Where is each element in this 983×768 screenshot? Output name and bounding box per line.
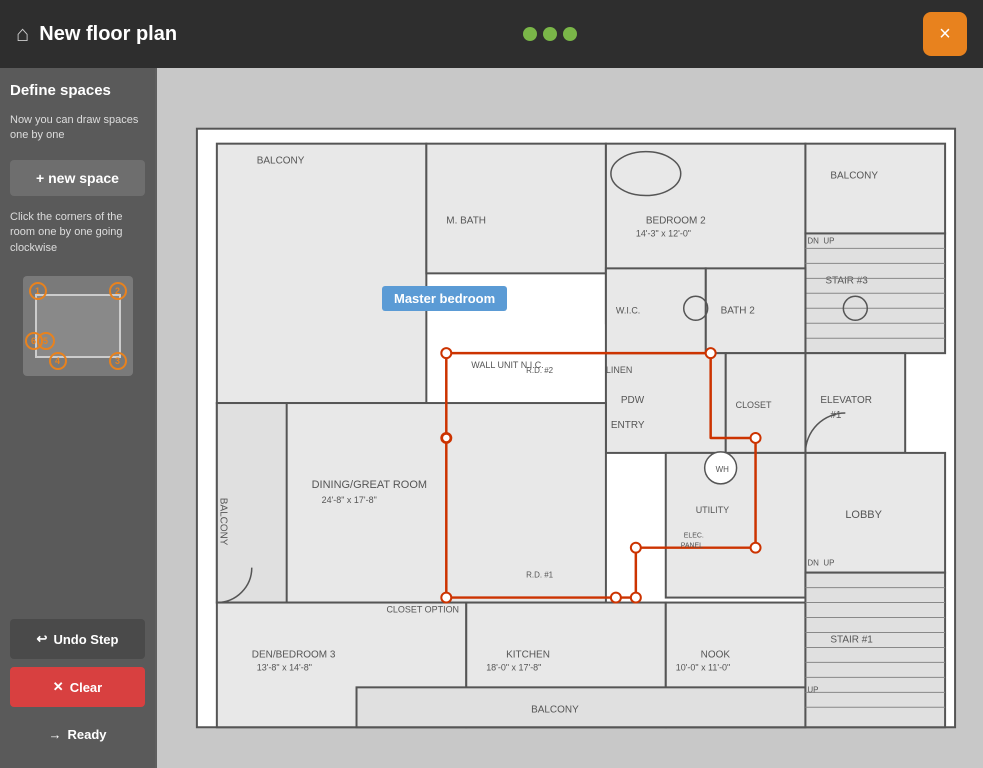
svg-text:UP: UP [823, 236, 834, 245]
svg-text:PANEL: PANEL [681, 543, 703, 550]
define-spaces-title: Define spaces [10, 82, 145, 99]
svg-text:LOBBY: LOBBY [845, 509, 882, 521]
corner-3: 3 [109, 352, 127, 370]
svg-text:R.D. #2: R.D. #2 [526, 366, 554, 375]
clear-button[interactable]: ✕ Clear [10, 667, 145, 707]
svg-text:BALCONY: BALCONY [257, 156, 305, 167]
main-layout: Define spaces Now you can draw spaces on… [0, 68, 983, 768]
app-header: ⌂ New floor plan × [0, 0, 983, 68]
svg-text:14'-3" x 12'-0": 14'-3" x 12'-0" [636, 228, 691, 238]
svg-text:LINEN: LINEN [606, 365, 632, 375]
ready-button[interactable]: → Ready [10, 715, 145, 754]
svg-text:DEN/BEDROOM 3: DEN/BEDROOM 3 [252, 649, 336, 660]
svg-text:M. BATH: M. BATH [446, 215, 486, 226]
app-title: New floor plan [39, 23, 177, 46]
clear-icon: ✕ [53, 679, 64, 695]
svg-text:NOOK: NOOK [701, 649, 731, 660]
svg-text:ELEC.: ELEC. [684, 533, 704, 540]
corner-1: 1 [29, 282, 47, 300]
svg-text:KITCHEN: KITCHEN [506, 649, 550, 660]
corner-diagram: 1 2 3 4 5 6 [23, 276, 133, 376]
svg-text:BALCONY: BALCONY [217, 498, 228, 546]
floor-plan-svg: BALCONY M. BATH BEDROOM 2 14'-3" x 12'-0… [157, 68, 983, 768]
svg-text:STAIR #1: STAIR #1 [830, 634, 873, 645]
svg-text:BALCONY: BALCONY [830, 171, 878, 182]
header-dots [523, 27, 577, 41]
svg-text:13'-8" x 14'-8": 13'-8" x 14'-8" [257, 662, 312, 672]
svg-text:UP: UP [807, 685, 818, 694]
svg-text:PDW: PDW [621, 395, 645, 406]
corner-4: 4 [49, 352, 67, 370]
svg-text:R.D. #1: R.D. #1 [526, 571, 554, 580]
svg-text:UP: UP [823, 559, 834, 568]
dot-1 [523, 27, 537, 41]
svg-text:STAIR #3: STAIR #3 [825, 275, 868, 286]
undo-icon: ↩ [37, 631, 48, 647]
home-icon: ⌂ [16, 21, 29, 47]
sidebar: Define spaces Now you can draw spaces on… [0, 68, 155, 768]
master-bedroom-label: Master bedroom [382, 286, 507, 311]
svg-text:BALCONY: BALCONY [531, 704, 579, 715]
svg-text:18'-0" x 17'-8": 18'-0" x 17'-8" [486, 662, 541, 672]
corner-6: 6 [25, 332, 43, 350]
svg-text:ENTRY: ENTRY [611, 420, 645, 431]
svg-text:10'-0" x 11'-0": 10'-0" x 11'-0" [676, 662, 731, 672]
define-spaces-desc: Now you can draw spaces one by one [10, 113, 145, 144]
svg-text:UTILITY: UTILITY [696, 505, 729, 515]
svg-text:BEDROOM 2: BEDROOM 2 [646, 215, 706, 226]
svg-text:DINING/GREAT ROOM: DINING/GREAT ROOM [312, 479, 427, 491]
svg-text:DN: DN [807, 236, 819, 245]
close-button[interactable]: × [923, 12, 967, 56]
dot-3 [563, 27, 577, 41]
svg-text:24'-8" x 17'-8": 24'-8" x 17'-8" [322, 495, 377, 505]
instructions-text: Click the corners of the room one by one… [10, 210, 145, 256]
svg-text:CLOSET OPTION: CLOSET OPTION [386, 605, 459, 615]
canvas-area[interactable]: BALCONY M. BATH BEDROOM 2 14'-3" x 12'-0… [157, 68, 983, 768]
corner-2: 2 [109, 282, 127, 300]
undo-step-button[interactable]: ↩ Undo Step [10, 619, 145, 659]
dot-2 [543, 27, 557, 41]
sidebar-bottom: ↩ Undo Step ✕ Clear → Ready [10, 619, 145, 754]
svg-text:CLOSET: CLOSET [736, 400, 772, 410]
svg-text:DN: DN [807, 559, 819, 568]
new-space-button[interactable]: + new space [10, 160, 145, 196]
ready-label: Ready [67, 727, 106, 742]
svg-text:WH: WH [716, 465, 730, 474]
header-left: ⌂ New floor plan [16, 21, 177, 47]
svg-text:W.I.C.: W.I.C. [616, 305, 640, 315]
ready-icon: → [48, 727, 61, 742]
clear-label: Clear [70, 680, 103, 695]
svg-text:ELEVATOR: ELEVATOR [820, 395, 872, 406]
undo-label: Undo Step [53, 632, 118, 647]
svg-text:BATH 2: BATH 2 [721, 305, 756, 316]
